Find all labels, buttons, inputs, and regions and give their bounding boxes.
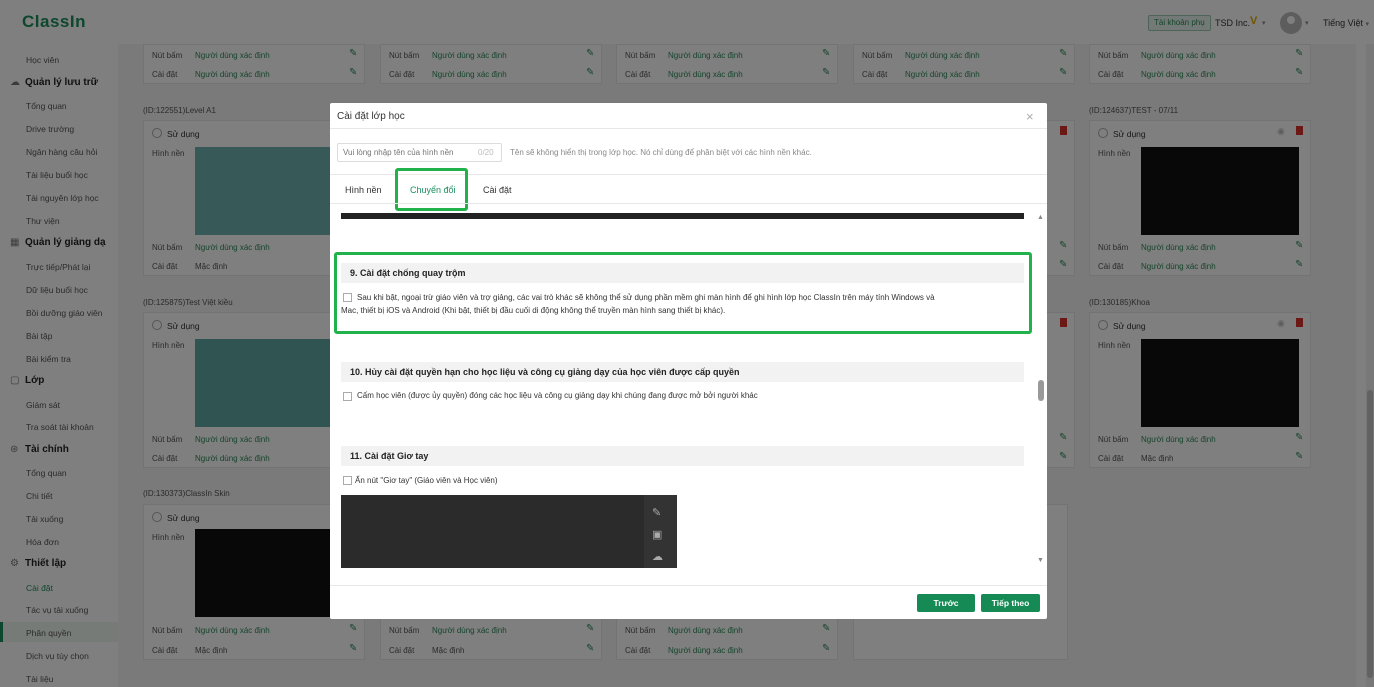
previous-section-preview (341, 213, 1024, 219)
divider (330, 203, 1047, 204)
next-button[interactable]: Tiếp theo (981, 594, 1040, 612)
char-count: 0/20 (478, 148, 494, 157)
edit-icon: ✎ (652, 507, 662, 519)
prev-button[interactable]: Trước (917, 594, 975, 612)
tab-hinh-nen[interactable]: Hình nền (345, 185, 382, 195)
close-icon[interactable]: × (1026, 109, 1034, 124)
section-11-title: 11. Cài đặt Giơ tay (341, 446, 1024, 466)
tab-cai-dat[interactable]: Cài đặt (483, 185, 512, 195)
scroll-up-icon[interactable]: ▲ (1037, 214, 1044, 221)
modal-scrollbar-thumb[interactable] (1038, 380, 1044, 401)
scroll-down-icon[interactable]: ▼ (1037, 557, 1044, 564)
toolbox-icon: ▣ (652, 529, 663, 541)
section-10-title: 10. Hủy cài đặt quyền hạn cho học liệu v… (341, 362, 1024, 382)
divider (330, 128, 1047, 129)
raise-hand-preview (341, 495, 677, 568)
section-9-highlight-box (334, 252, 1032, 334)
restrict-material-checkbox[interactable] (343, 392, 352, 401)
class-settings-modal: Cài đặt lớp học × 0/20 Tên sẽ không hiển… (330, 103, 1047, 619)
section-10-option: Cấm học viên (được ủy quyền) đóng các họ… (357, 391, 758, 400)
tab-highlight-box (395, 168, 468, 211)
hide-raise-hand-checkbox[interactable] (343, 476, 352, 485)
modal-title: Cài đặt lớp học (337, 111, 405, 122)
name-hint: Tên sẽ không hiển thị trong lớp học. Nó … (510, 148, 812, 157)
section-11-option: Ẩn nút "Giơ tay" (Giáo viên và Học viên) (355, 476, 498, 485)
cloud-icon: ☁ (652, 551, 663, 563)
divider (330, 585, 1047, 586)
